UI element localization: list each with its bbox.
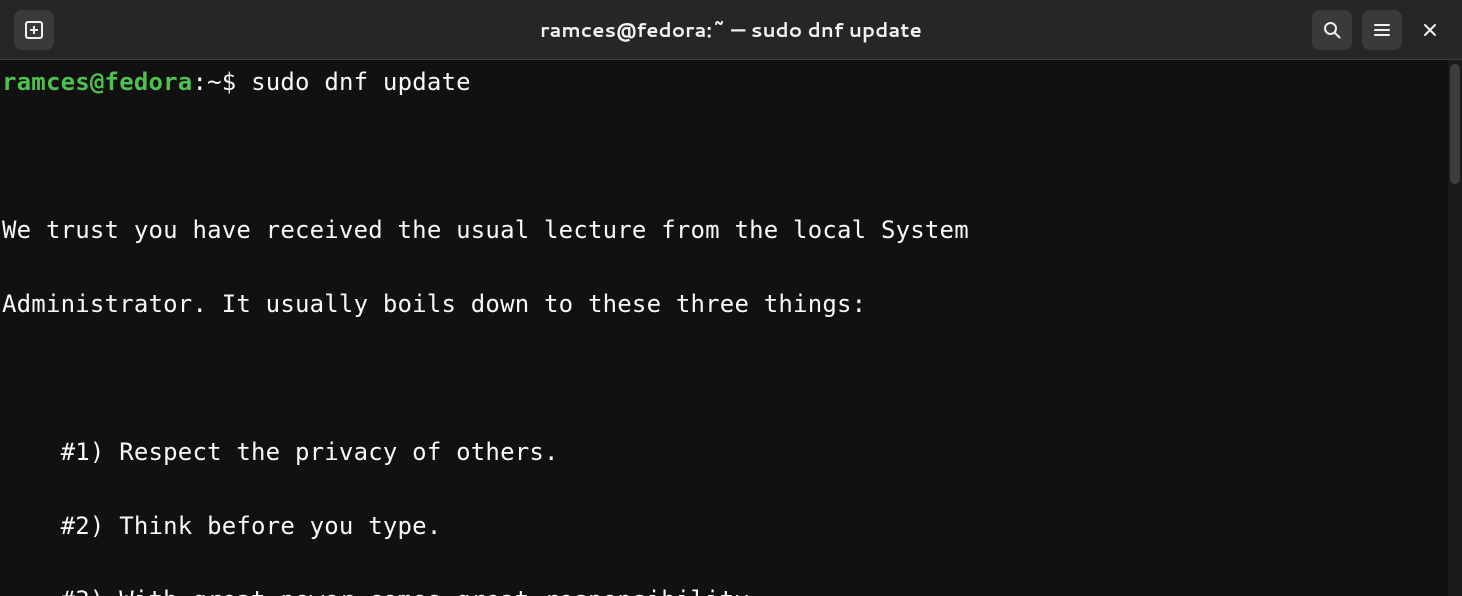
lecture-line-1: We trust you have received the usual lec…	[2, 212, 1446, 249]
lecture-rule-3: #3) With great power comes great respons…	[2, 582, 1446, 596]
close-icon	[1422, 22, 1438, 38]
blank-line	[2, 138, 1446, 175]
prompt-path: ~	[207, 68, 222, 96]
new-tab-button[interactable]	[14, 10, 54, 50]
hamburger-menu-button[interactable]	[1362, 10, 1402, 50]
prompt-sep: :	[192, 68, 207, 96]
lecture-line-2: Administrator. It usually boils down to …	[2, 286, 1446, 323]
terminal-output[interactable]: ramces@fedora:~$ sudo dnf update We trus…	[0, 60, 1448, 596]
blank-line	[2, 360, 1446, 397]
vertical-scrollbar[interactable]	[1448, 60, 1462, 596]
lecture-rule-2: #2) Think before you type.	[2, 508, 1446, 545]
scrollbar-thumb[interactable]	[1450, 64, 1460, 184]
new-tab-icon	[24, 20, 44, 40]
prompt-userhost: ramces@fedora	[2, 68, 192, 96]
search-button[interactable]	[1312, 10, 1352, 50]
search-icon	[1322, 20, 1342, 40]
prompt-line: ramces@fedora:~$ sudo dnf update	[2, 64, 1446, 101]
prompt-command: sudo dnf update	[251, 68, 471, 96]
lecture-rule-1: #1) Respect the privacy of others.	[2, 434, 1446, 471]
window-titlebar: ramces@fedora:~ — sudo dnf update	[0, 0, 1462, 60]
hamburger-icon	[1372, 20, 1392, 40]
close-window-button[interactable]	[1412, 10, 1448, 50]
window-title: ramces@fedora:~ — sudo dnf update	[0, 16, 1462, 44]
prompt-symbol: $	[222, 68, 237, 96]
